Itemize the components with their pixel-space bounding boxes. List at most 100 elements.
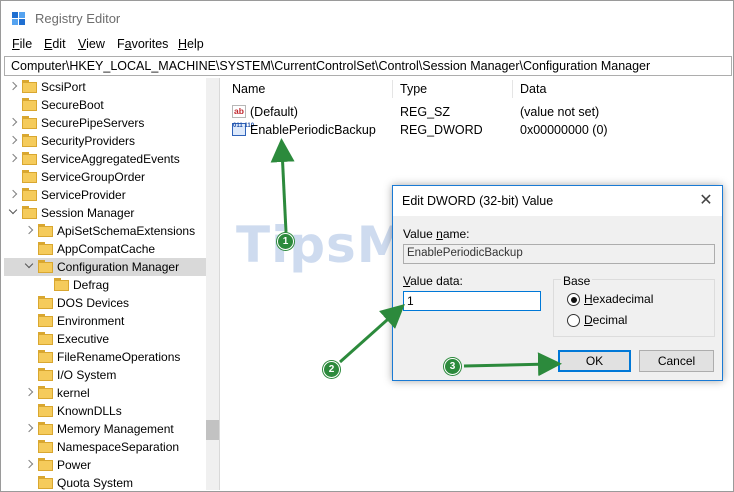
folder-icon [38,242,53,255]
tree-item-label: SecurePipeServers [41,116,145,130]
chevron-right-icon[interactable] [24,459,34,471]
folder-icon [22,152,37,165]
tree-item[interactable]: Memory Management [4,420,206,438]
address-bar[interactable]: Computer\HKEY_LOCAL_MACHINE\SYSTEM\Curre… [4,56,732,76]
tree-item[interactable]: I/O System [4,366,206,384]
column-separator[interactable] [392,80,393,98]
tree-item[interactable]: ScsiPort [4,78,206,96]
registry-tree[interactable]: Quota System Power NamespaceSeparation Memo… [4,78,220,490]
edit-dword-dialog: Edit DWORD (32-bit) Value ✕ Value name: … [392,185,723,381]
radio-hexadecimal[interactable] [567,293,580,306]
tree-item-label: I/O System [57,368,117,382]
folder-icon [22,170,37,183]
chevron-right-icon[interactable] [24,423,34,435]
tree-item-label: SecureBoot [41,98,104,112]
value-data-label: Value data: [403,274,463,288]
tree-item[interactable]: Quota System [4,474,206,490]
tree-scroll-thumb[interactable] [206,420,219,440]
tree-item[interactable]: ServiceAggregatedEvents [4,150,206,168]
tree-item[interactable]: AppCompatCache [4,240,206,258]
tree-item-label: SecurityProviders [41,134,136,148]
value-name-field: EnablePeriodicBackup [403,244,715,264]
chevron-right-icon[interactable] [8,81,18,93]
chevron-right-icon[interactable] [8,117,18,129]
chevron-right-icon[interactable] [8,135,18,147]
tree-item-label: kernel [57,386,90,400]
value-name: EnablePeriodicBackup [250,123,376,137]
menu-file[interactable]: File [12,37,32,51]
list-row-enableperiodicbackup[interactable]: 011 110 EnablePeriodicBackup REG_DWORD 0… [224,121,732,139]
menu-edit[interactable]: Edit [44,37,66,51]
tree-item[interactable]: Defrag [4,276,206,294]
tree-item[interactable]: NamespaceSeparation [4,438,206,456]
tree-item[interactable]: FileRenameOperations [4,348,206,366]
tree-item[interactable]: DOS Devices [4,294,206,312]
string-value-icon: ab [232,105,246,118]
tree-item[interactable]: kernel [4,384,206,402]
chevron-right-icon[interactable] [24,387,34,399]
folder-icon [38,458,53,471]
tree-item[interactable]: ServiceProvider [4,186,206,204]
tree-item[interactable]: ApiSetSchemaExtensions [4,222,206,240]
menu-help[interactable]: Help [178,37,204,51]
column-header-name[interactable]: Name [232,82,265,96]
folder-icon [38,422,53,435]
folder-icon [38,404,53,417]
folder-icon [38,224,53,237]
column-separator[interactable] [512,80,513,98]
tree-item[interactable]: Power [4,456,206,474]
dialog-body: Value name: EnablePeriodicBackup Value d… [393,216,722,380]
folder-icon [38,368,53,381]
folder-icon [22,134,37,147]
tree-scrollbar[interactable] [206,78,219,490]
folder-icon [22,116,37,129]
folder-icon [22,188,37,201]
value-name-label: Value name: [403,227,470,241]
chevron-right-icon[interactable] [8,189,18,201]
column-header-type[interactable]: Type [400,82,427,96]
tree-item[interactable]: SecurityProviders [4,132,206,150]
folder-icon [38,350,53,363]
tree-item-label: ApiSetSchemaExtensions [57,224,196,238]
step-badge-1: 1 [277,233,294,250]
tree-item-label: Power [57,458,92,472]
tree-item[interactable]: Session Manager [4,204,206,222]
folder-icon [38,296,53,309]
chevron-right-icon[interactable] [8,153,18,165]
tree-item[interactable]: Configuration Manager [4,258,206,276]
cancel-button[interactable]: Cancel [639,350,714,372]
chevron-down-icon[interactable] [24,261,34,273]
tree-item-label: Session Manager [41,206,135,220]
tree-item-label: KnownDLLs [57,404,122,418]
radio-decimal[interactable] [567,314,580,327]
radio-hexadecimal-label[interactable]: Hexadecimal [584,292,653,306]
value-type: REG_SZ [400,105,451,119]
list-row-default[interactable]: ab (Default) REG_SZ (value not set) [224,103,732,121]
tree-item[interactable]: SecureBoot [4,96,206,114]
tree-item[interactable]: KnownDLLs [4,402,206,420]
tree-item-label: Environment [57,314,125,328]
value-data-input[interactable]: 1 [403,291,541,311]
menu-favorites[interactable]: Favorites [117,37,168,51]
chevron-down-icon[interactable] [8,207,18,219]
radio-decimal-label[interactable]: Decimal [584,313,627,327]
column-header-data[interactable]: Data [520,82,546,96]
step-badge-3: 3 [444,358,461,375]
tree-item[interactable]: ServiceGroupOrder [4,168,206,186]
tree-item[interactable]: Environment [4,312,206,330]
tree-item-label: Quota System [57,476,134,490]
ok-button[interactable]: OK [558,350,631,372]
tree-item[interactable]: Executive [4,330,206,348]
value-data: (value not set) [520,105,600,119]
folder-icon [38,332,53,345]
chevron-right-icon[interactable] [24,225,34,237]
folder-icon [22,98,37,111]
close-icon[interactable]: ✕ [698,190,714,210]
binary-value-icon: 011 110 [232,123,254,136]
value-name: (Default) [250,105,298,119]
title-bar[interactable]: Registry Editor [1,1,733,34]
menu-view[interactable]: View [78,37,105,51]
tree-item-label: Executive [57,332,110,346]
tree-item-label: NamespaceSeparation [57,440,180,454]
tree-item[interactable]: SecurePipeServers [4,114,206,132]
